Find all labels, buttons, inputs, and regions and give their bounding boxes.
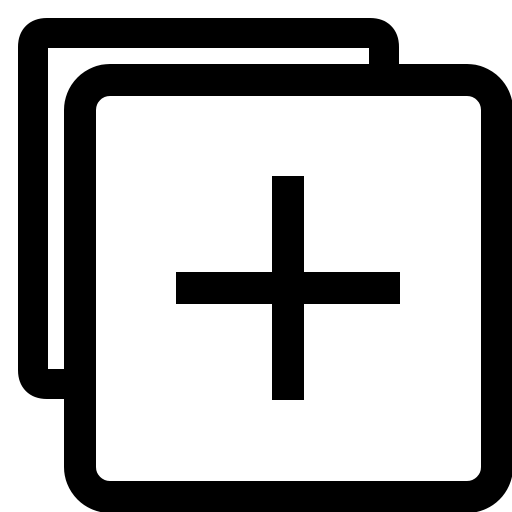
plus-horizontal-bar <box>176 272 400 304</box>
icon-canvas <box>0 0 512 512</box>
add-copy-icon <box>18 18 512 512</box>
